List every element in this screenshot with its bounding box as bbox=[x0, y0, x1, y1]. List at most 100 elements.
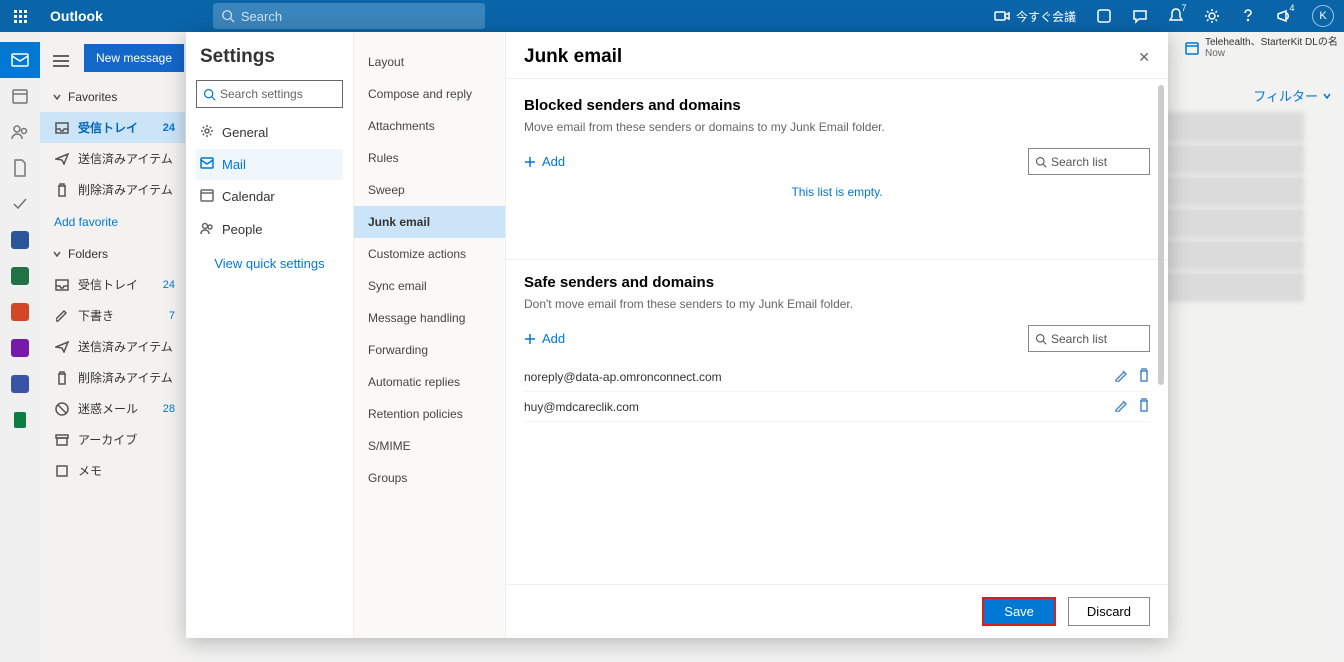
global-search-input[interactable]: Search bbox=[213, 3, 485, 29]
spam-icon bbox=[54, 402, 70, 416]
waffle-icon bbox=[14, 10, 27, 23]
settings-sub-item[interactable]: Compose and reply bbox=[354, 78, 505, 110]
folder-item[interactable]: 削除済みアイテム bbox=[40, 362, 185, 393]
calendar-icon bbox=[200, 188, 214, 205]
teams-icon[interactable] bbox=[1090, 0, 1118, 32]
trash-icon bbox=[54, 183, 70, 197]
rail-mail-icon[interactable] bbox=[0, 42, 40, 78]
settings-sub-item[interactable]: Automatic replies bbox=[354, 366, 505, 398]
user-avatar[interactable]: K bbox=[1312, 5, 1334, 27]
video-icon bbox=[994, 10, 1010, 22]
note-icon bbox=[54, 465, 70, 477]
settings-category-mail[interactable]: Mail bbox=[196, 149, 343, 180]
settings-sub-item[interactable]: Retention policies bbox=[354, 398, 505, 430]
settings-categories: Settings Search settings GeneralMailCale… bbox=[186, 32, 354, 638]
section-divider bbox=[506, 259, 1168, 260]
mail-icon bbox=[200, 157, 214, 172]
rail-word-icon[interactable] bbox=[0, 222, 40, 258]
folder-item[interactable]: 下書き7 bbox=[40, 300, 185, 331]
rail-calendar-icon[interactable] bbox=[0, 78, 40, 114]
settings-search-input[interactable]: Search settings bbox=[196, 80, 343, 108]
gear-icon bbox=[200, 124, 214, 141]
rail-powerpoint-icon[interactable] bbox=[0, 294, 40, 330]
rail-onenote-icon[interactable] bbox=[0, 330, 40, 366]
settings-sub-item[interactable]: Message handling bbox=[354, 302, 505, 334]
folder-item[interactable]: 受信トレイ24 bbox=[40, 112, 185, 143]
trash-icon bbox=[54, 371, 70, 385]
plus-icon bbox=[524, 333, 536, 345]
help-icon[interactable] bbox=[1234, 0, 1262, 32]
folder-item[interactable]: 削除済みアイテム bbox=[40, 174, 185, 205]
safe-sender-row: noreply@data-ap.omronconnect.com bbox=[524, 362, 1150, 392]
settings-sub-item[interactable]: Rules bbox=[354, 142, 505, 174]
inbox-icon bbox=[54, 279, 70, 291]
settings-category-general[interactable]: General bbox=[196, 116, 343, 149]
folder-item[interactable]: 送信済みアイテム bbox=[40, 331, 185, 362]
chevron-down-icon bbox=[52, 249, 62, 259]
folder-item[interactable]: 受信トレイ24 bbox=[40, 269, 185, 300]
settings-sub-item[interactable]: S/MIME bbox=[354, 430, 505, 462]
filter-dropdown[interactable]: フィルター bbox=[1253, 86, 1332, 105]
blocked-desc: Move email from these senders or domains… bbox=[524, 120, 1150, 134]
app-rail bbox=[0, 32, 40, 662]
settings-sub-item[interactable]: Attachments bbox=[354, 110, 505, 142]
sender-email: huy@mdcareclik.com bbox=[524, 400, 639, 414]
settings-sub-item[interactable]: Groups bbox=[354, 462, 505, 494]
view-quick-settings-link[interactable]: View quick settings bbox=[196, 256, 343, 271]
megaphone-icon[interactable]: 4 bbox=[1270, 0, 1298, 32]
edit-icon[interactable] bbox=[1114, 398, 1128, 415]
folder-item[interactable]: 迷惑メール28 bbox=[40, 393, 185, 424]
safe-heading: Safe senders and domains bbox=[524, 274, 1150, 291]
rail-todo-icon[interactable] bbox=[0, 186, 40, 222]
people-icon bbox=[200, 221, 214, 238]
settings-sub-item[interactable]: Layout bbox=[354, 46, 505, 78]
add-blocked-button[interactable]: Add bbox=[524, 154, 565, 169]
settings-sub-item[interactable]: Forwarding bbox=[354, 334, 505, 366]
new-message-button[interactable]: New message bbox=[84, 44, 184, 72]
sent-icon bbox=[54, 153, 70, 165]
settings-category-calendar[interactable]: Calendar bbox=[196, 180, 343, 213]
rail-people-icon[interactable] bbox=[0, 114, 40, 150]
app-launcher-button[interactable] bbox=[0, 0, 40, 32]
folder-item[interactable]: アーカイブ bbox=[40, 424, 185, 455]
search-icon bbox=[1035, 156, 1047, 168]
discard-button[interactable]: Discard bbox=[1068, 597, 1150, 626]
sender-email: noreply@data-ap.omronconnect.com bbox=[524, 370, 722, 384]
add-safe-button[interactable]: Add bbox=[524, 331, 565, 346]
hamburger-icon[interactable] bbox=[44, 44, 78, 78]
rail-excel-icon[interactable] bbox=[0, 258, 40, 294]
blocked-empty-message: This list is empty. bbox=[524, 185, 1150, 199]
plus-icon bbox=[524, 156, 536, 168]
settings-sub-item[interactable]: Customize actions bbox=[354, 238, 505, 270]
close-button[interactable]: ✕ bbox=[1138, 49, 1150, 66]
rail-files-icon[interactable] bbox=[0, 150, 40, 186]
folder-item[interactable]: メモ bbox=[40, 455, 185, 486]
rail-another-icon[interactable] bbox=[0, 402, 40, 438]
settings-sub-item[interactable]: Sweep bbox=[354, 174, 505, 206]
settings-sub-item[interactable]: Junk email bbox=[354, 206, 505, 238]
settings-icon[interactable] bbox=[1198, 0, 1226, 32]
delete-icon[interactable] bbox=[1138, 368, 1150, 385]
rail-more-icon[interactable] bbox=[0, 366, 40, 402]
search-safe-input[interactable]: Search list bbox=[1028, 325, 1150, 352]
brand-label: Outlook bbox=[40, 8, 113, 24]
meet-now-button[interactable]: 今すぐ会議 bbox=[988, 8, 1082, 25]
draft-icon bbox=[54, 309, 70, 323]
search-icon bbox=[203, 88, 216, 101]
chat-icon[interactable] bbox=[1126, 0, 1154, 32]
edit-icon[interactable] bbox=[1114, 368, 1128, 385]
folders-header[interactable]: Folders bbox=[40, 239, 185, 269]
safe-desc: Don't move email from these senders to m… bbox=[524, 297, 1150, 311]
delete-icon[interactable] bbox=[1138, 398, 1150, 415]
settings-sub-item[interactable]: Sync email bbox=[354, 270, 505, 302]
add-favorite-link[interactable]: Add favorite bbox=[40, 205, 185, 239]
save-button[interactable]: Save bbox=[982, 597, 1056, 626]
archive-icon bbox=[54, 434, 70, 446]
favorites-header[interactable]: Favorites bbox=[40, 82, 185, 112]
search-blocked-input[interactable]: Search list bbox=[1028, 148, 1150, 175]
settings-category-people[interactable]: People bbox=[196, 213, 343, 246]
calendar-icon bbox=[1185, 41, 1199, 55]
folder-item[interactable]: 送信済みアイテム bbox=[40, 143, 185, 174]
notifications-icon[interactable]: 7 bbox=[1162, 0, 1190, 32]
next-event-strip[interactable]: Telehealth、StarterKit DLの名 Now bbox=[1179, 36, 1344, 60]
